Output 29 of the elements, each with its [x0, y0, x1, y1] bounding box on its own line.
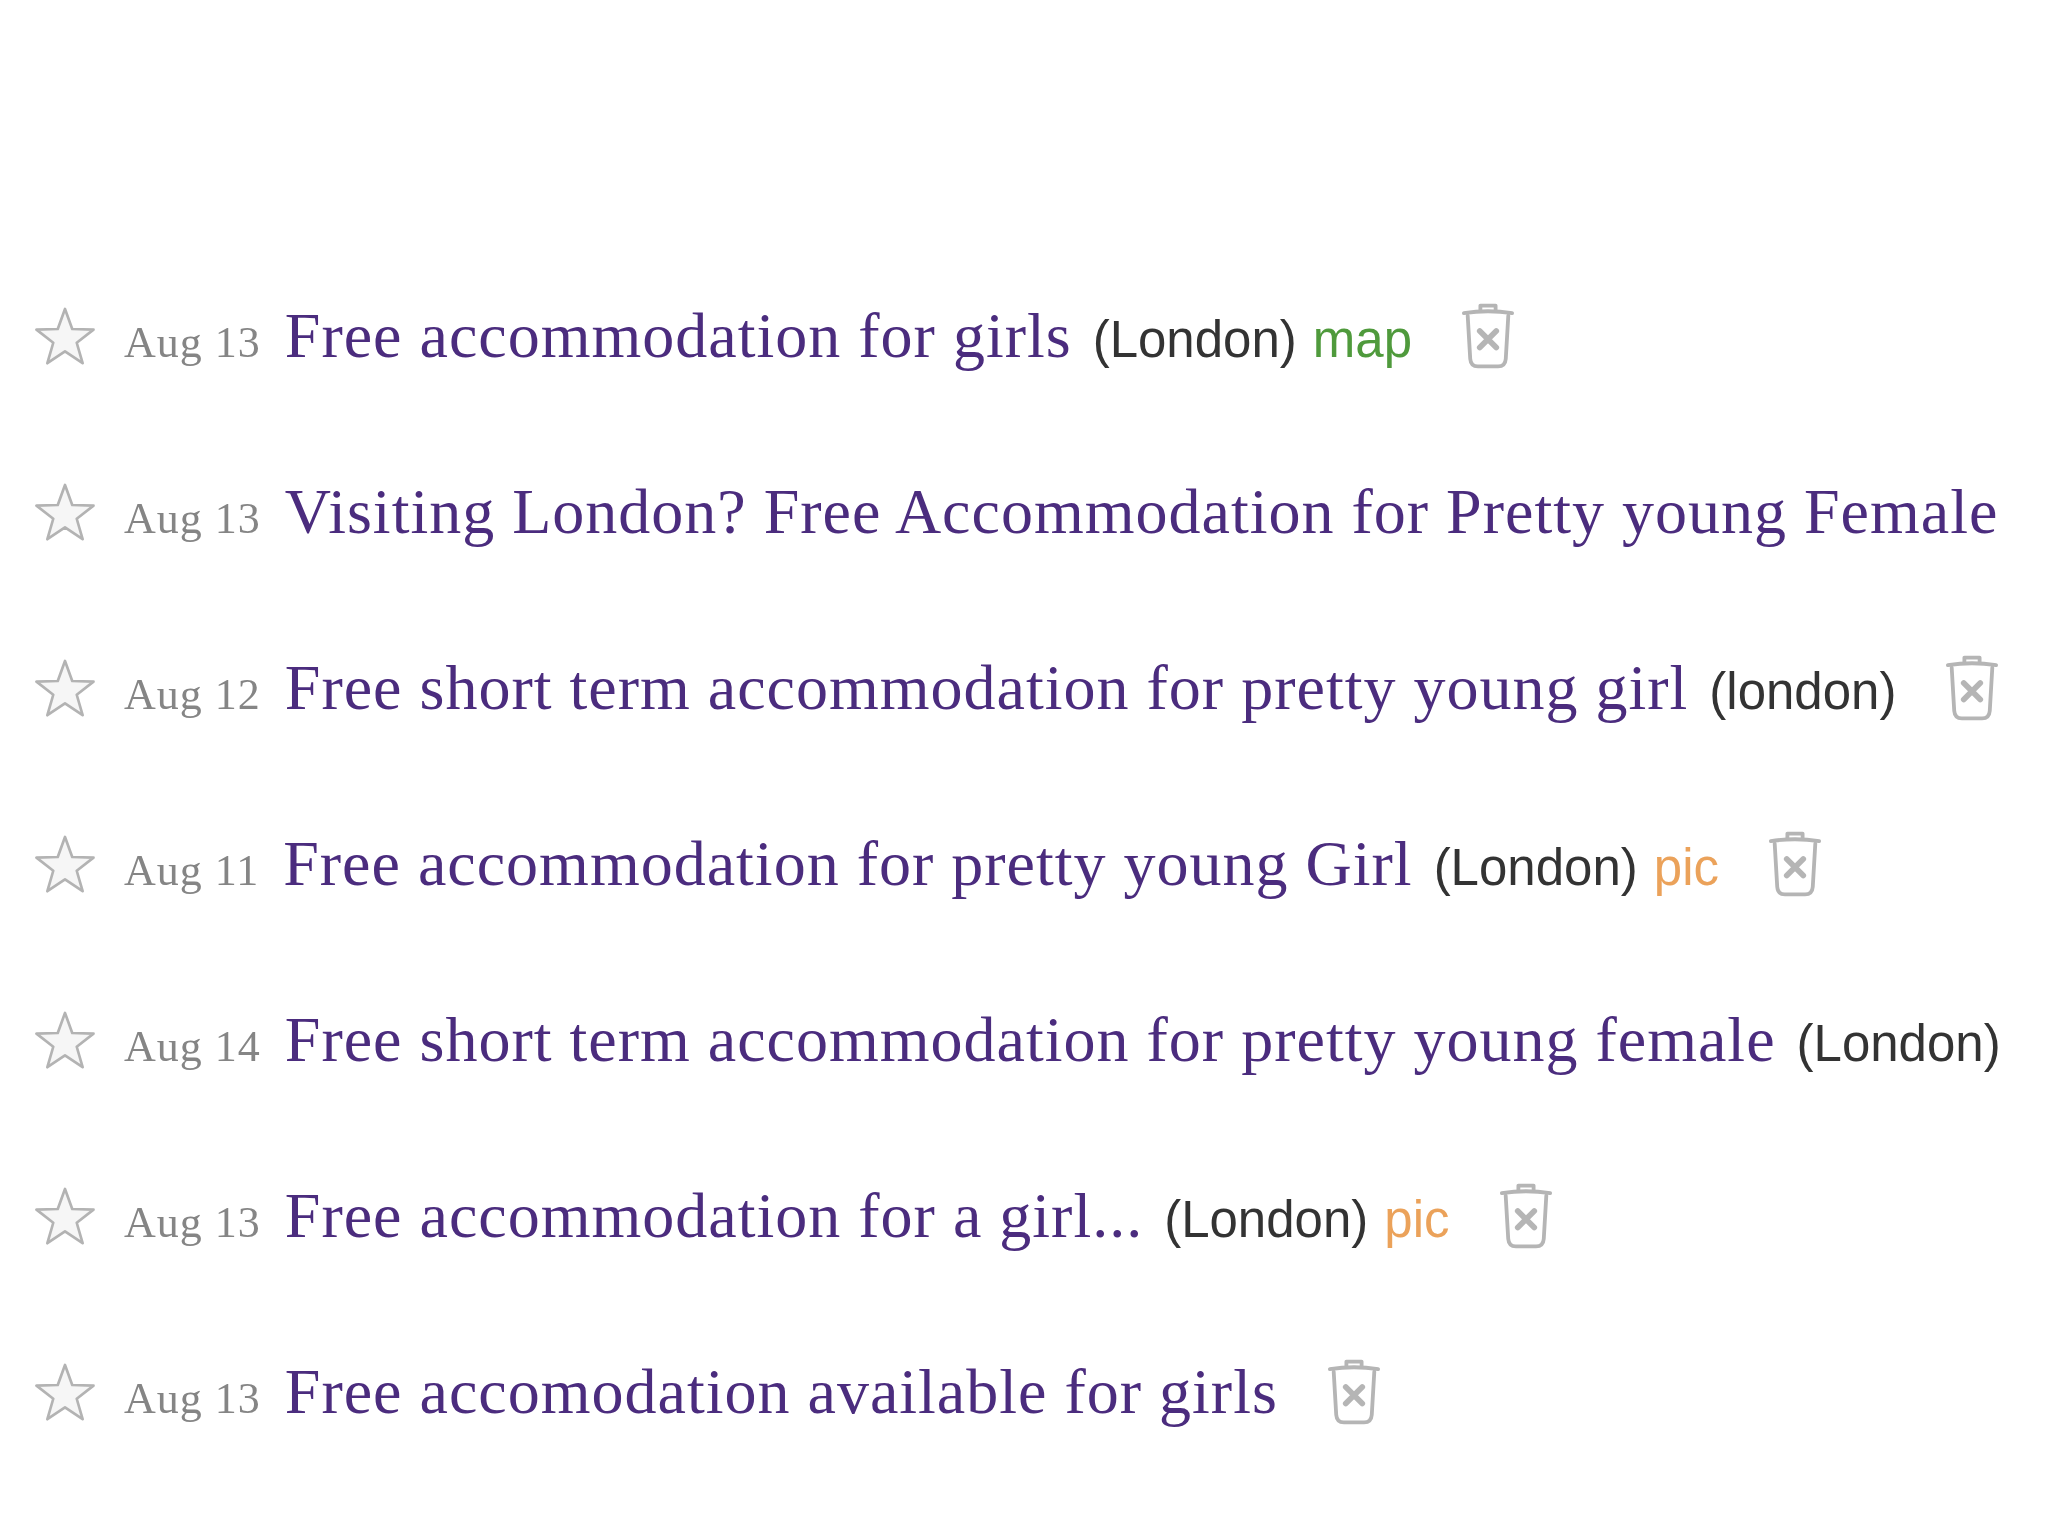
listing-title-link[interactable]: Free accommodation for a girl...: [284, 1179, 1144, 1253]
post-date: Aug 11: [124, 845, 260, 896]
star-icon[interactable]: [35, 482, 95, 542]
star-icon[interactable]: [35, 1010, 95, 1070]
map-tag: map: [1312, 310, 1413, 369]
listing-title-link[interactable]: Free accomodation available for girls: [284, 1355, 1278, 1429]
star-icon[interactable]: [35, 1362, 95, 1422]
pic-tag: pic: [1653, 838, 1719, 897]
location-text: (London): [1092, 310, 1297, 369]
star-icon[interactable]: [35, 658, 95, 718]
location-text: (London): [1164, 1190, 1369, 1249]
post-date: Aug 13: [124, 1197, 261, 1248]
listing-title-link[interactable]: Free accommodation for girls: [284, 299, 1072, 373]
listing-title-link[interactable]: Visiting London? Free Accommodation for Pretty young Female: [284, 475, 1999, 549]
pic-tag: pic: [1384, 1190, 1450, 1249]
post-date: Aug 13: [124, 1373, 261, 1424]
location-text: (London): [1796, 1014, 2001, 1073]
post-date: Aug 12: [124, 669, 261, 720]
listing-title-link[interactable]: Free short term accommodation for pretty young female: [284, 1003, 1776, 1077]
star-icon[interactable]: [35, 306, 95, 366]
post-date: Aug 13: [124, 493, 261, 544]
post-date: Aug 13: [124, 317, 261, 368]
listing-title-link[interactable]: Free accommodation for pretty young Girl: [283, 827, 1413, 901]
listing-title-link[interactable]: Free short term accommodation for pretty young girl: [284, 651, 1689, 725]
star-icon[interactable]: [35, 1186, 95, 1246]
star-icon[interactable]: [35, 834, 95, 894]
post-date: Aug 14: [124, 1021, 261, 1072]
location-text: (London): [1433, 838, 1638, 897]
location-text: (london): [1709, 662, 1897, 721]
